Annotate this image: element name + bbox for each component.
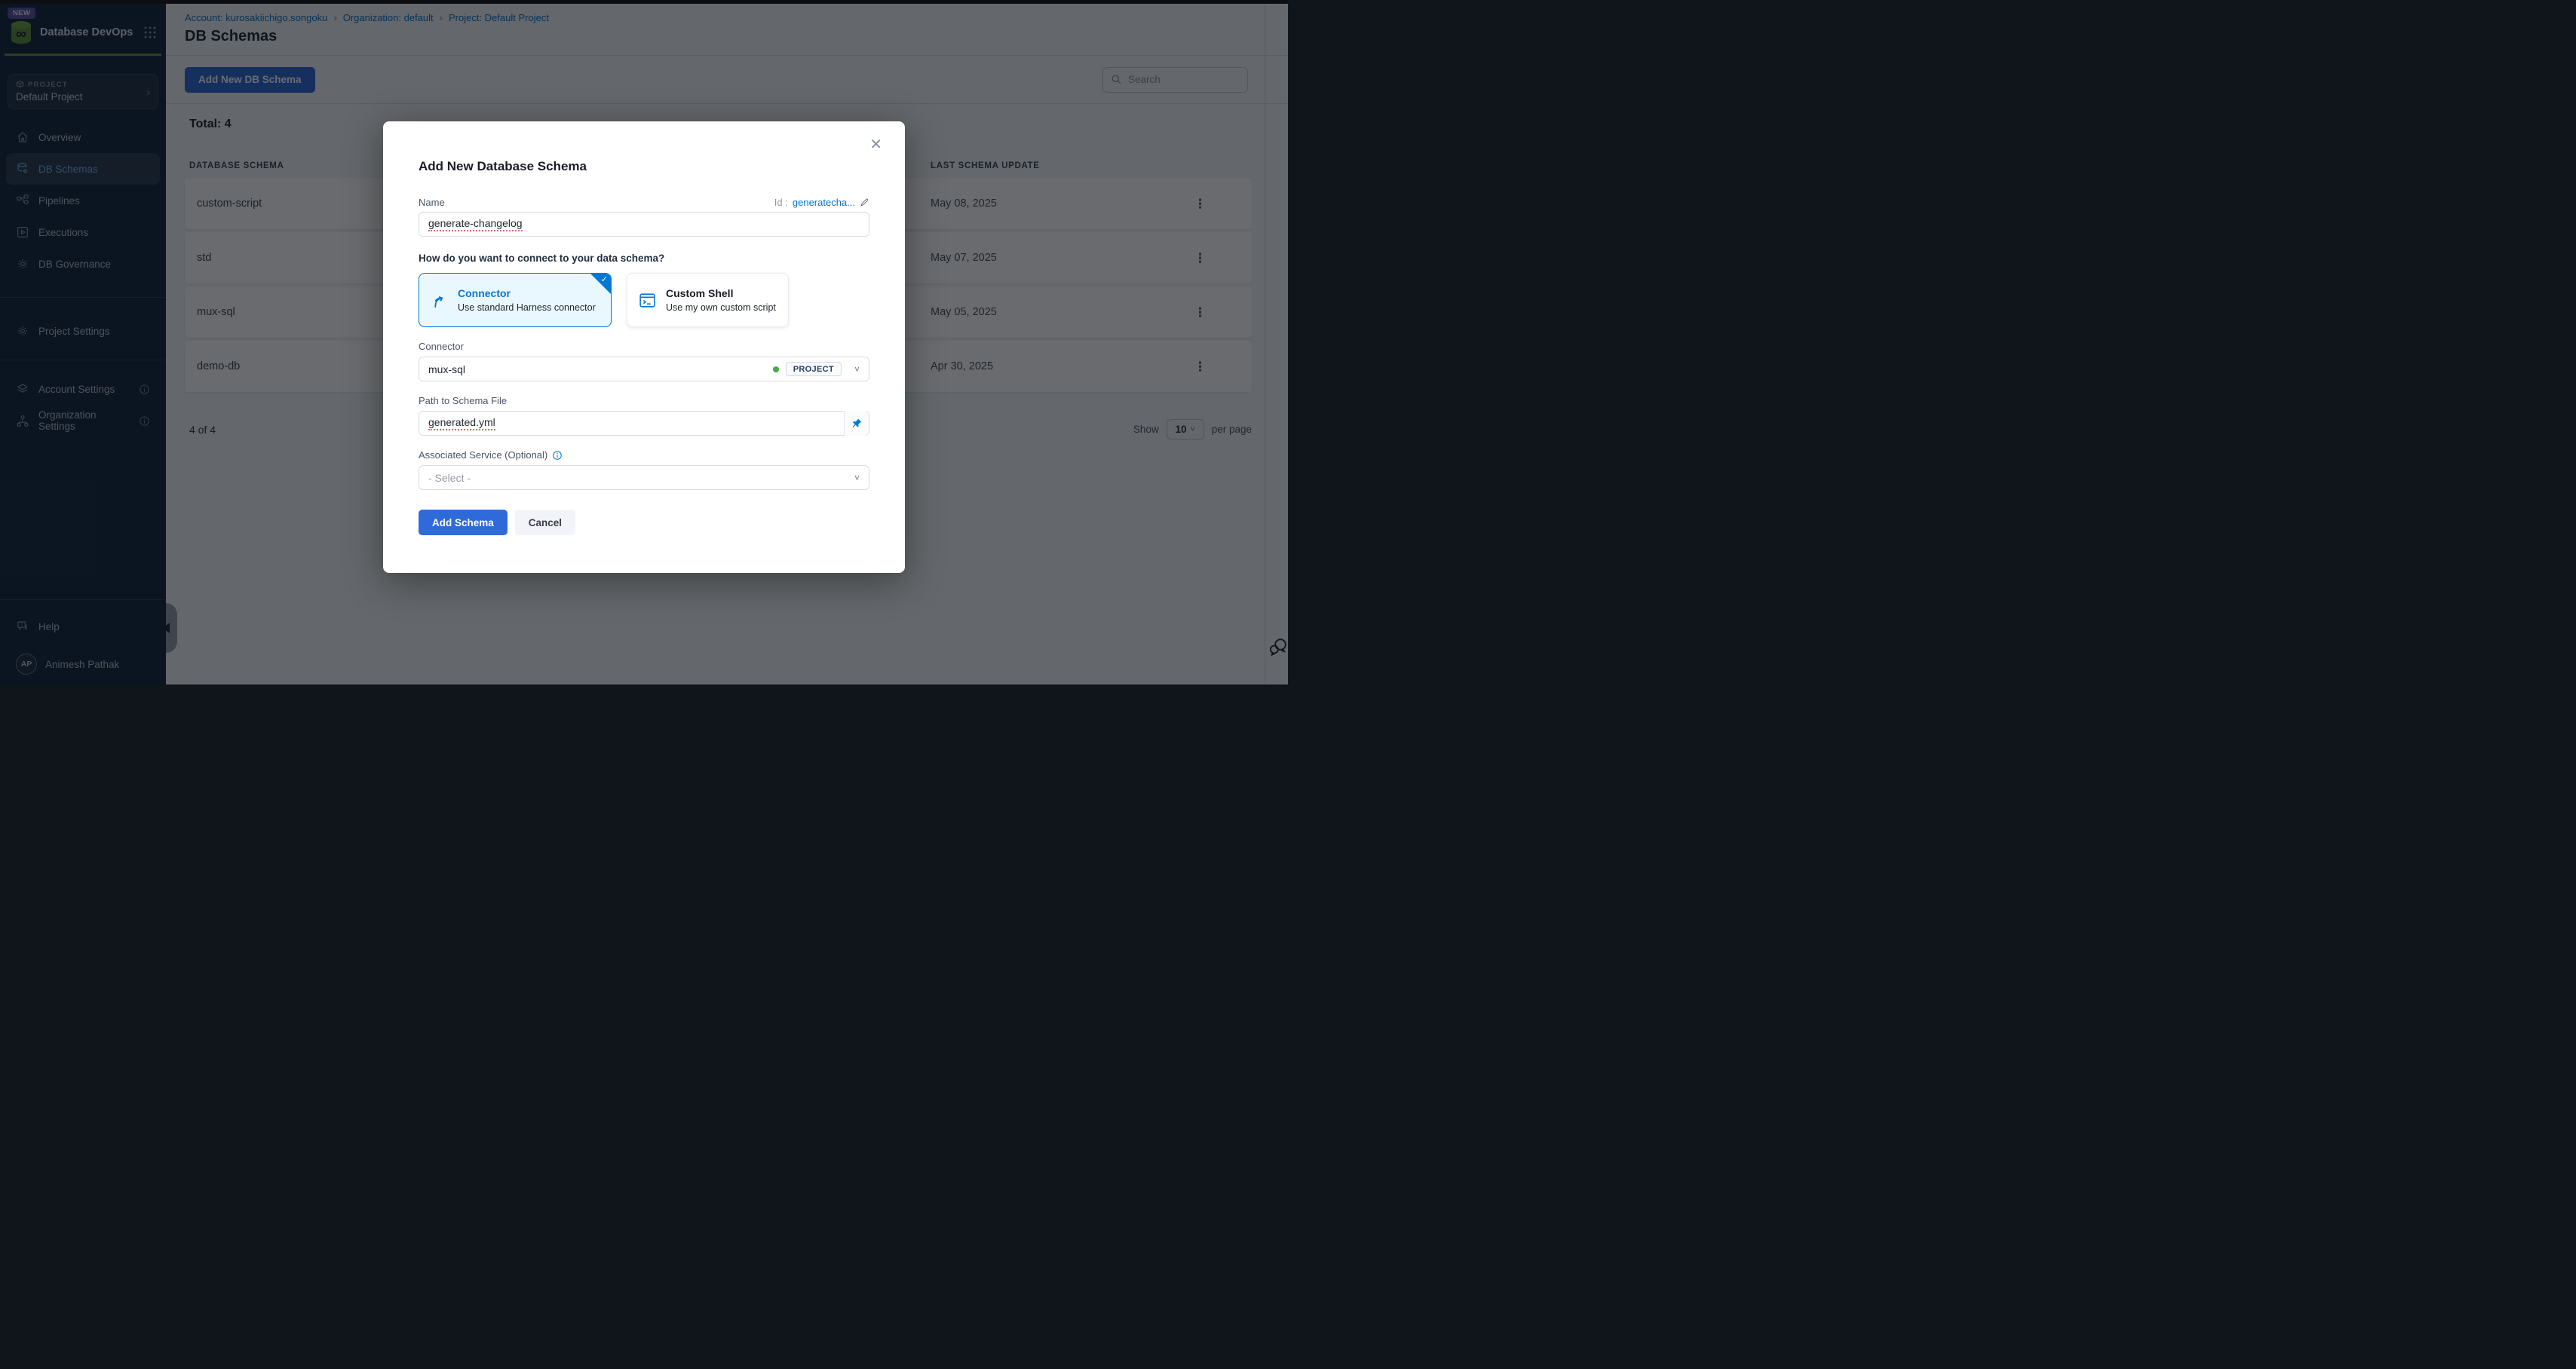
info-icon[interactable] <box>552 450 563 461</box>
connector-branch-icon <box>430 291 449 310</box>
connector-label: Connector <box>419 341 869 352</box>
add-schema-modal: ✕ Add New Database Schema Name Id : gene… <box>383 121 905 573</box>
connector-select[interactable]: mux-sql PROJECT ˅ <box>419 357 869 381</box>
close-icon[interactable]: ✕ <box>869 135 882 154</box>
add-schema-button[interactable]: Add Schema <box>419 510 508 535</box>
connector-status-dot <box>773 366 779 372</box>
chevron-down-icon: ˅ <box>854 473 860 483</box>
terminal-icon <box>638 291 657 310</box>
name-input[interactable]: generate-changelog <box>419 212 869 237</box>
path-input[interactable]: generated.yml <box>419 411 869 436</box>
connect-question: How do you want to connect to your data … <box>419 253 869 264</box>
schema-id-value[interactable]: generatecha... <box>793 197 855 208</box>
scope-badge: PROJECT <box>786 362 842 376</box>
connector-option-card[interactable]: ✓ Connector Use standard Harness connect… <box>419 273 612 327</box>
custom-shell-option-card[interactable]: Custom Shell Use my own custom script <box>627 273 789 327</box>
schema-id: Id : generatecha... <box>774 197 869 208</box>
cancel-button[interactable]: Cancel <box>515 510 575 535</box>
modal-title: Add New Database Schema <box>419 159 869 174</box>
pin-icon[interactable] <box>844 411 869 436</box>
path-label: Path to Schema File <box>419 395 869 406</box>
check-icon: ✓ <box>601 274 608 284</box>
connection-options: ✓ Connector Use standard Harness connect… <box>419 273 869 327</box>
chevron-down-icon: ˅ <box>854 364 860 375</box>
name-label: Name <box>419 197 445 208</box>
modal-actions: Add Schema Cancel <box>419 510 869 535</box>
service-label: Associated Service (Optional) <box>419 449 869 461</box>
service-select[interactable]: - Select - ˅ <box>419 465 869 490</box>
edit-pencil-icon[interactable] <box>860 198 869 207</box>
